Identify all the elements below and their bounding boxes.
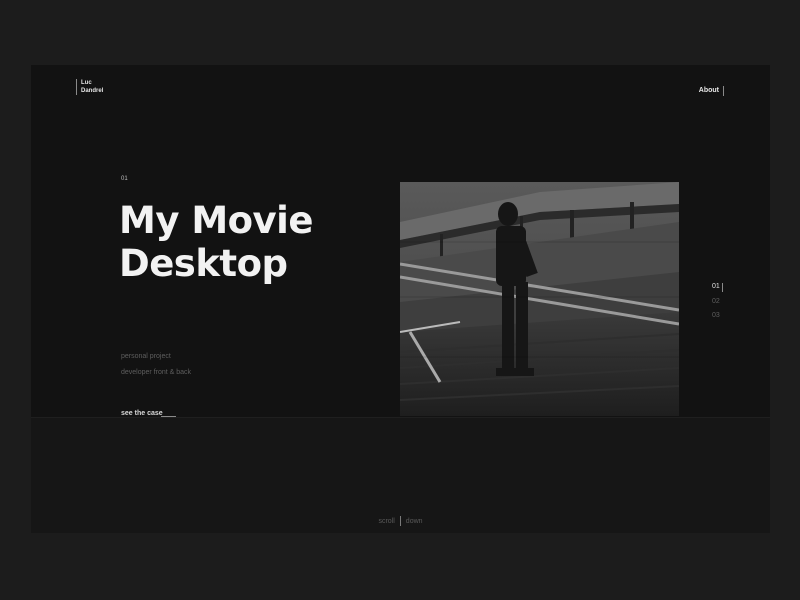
project-role: developer front & back [121,369,192,376]
main-panel: Luc Dandrel About 01 My Movie Desktop pe… [31,65,770,533]
brand-last-name: Dandrel [81,88,104,94]
project-title-line-1: My Movie [119,199,313,242]
project-pager: 01 02 03 [712,280,732,324]
project-title: My Movie Desktop [119,199,399,285]
brand-first-name: Luc [81,80,92,86]
pager-item-03[interactable]: 03 [712,309,732,324]
scroll-hint-right: down [405,517,423,525]
scroll-hint[interactable]: scroll down [31,516,770,526]
project-type: personal project [121,353,171,360]
see-the-case-link[interactable]: see the case [121,410,163,417]
scroll-hint-divider [399,516,401,526]
cta-underline [161,416,176,417]
project-index: 01 [121,176,128,182]
about-link[interactable]: About [699,86,724,96]
project-title-line-2: Desktop [119,242,288,285]
scroll-hint-left: scroll [378,517,395,525]
brand-logo[interactable]: Luc Dandrel [76,79,103,95]
pager-active-indicator [722,283,723,292]
project-hero-image[interactable] [400,182,679,416]
photo-man-on-stadium-stairs-icon [400,182,679,416]
pager-item-02[interactable]: 02 [712,295,732,310]
